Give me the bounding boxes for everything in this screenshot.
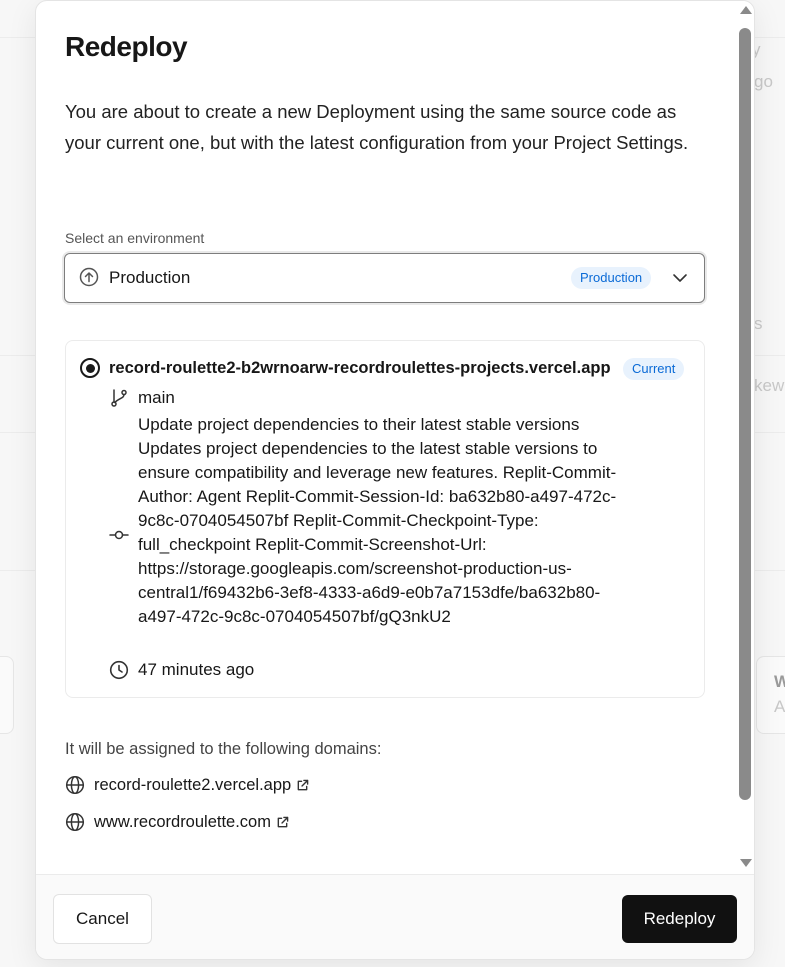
external-link-icon [297,779,309,790]
scrollbar-thumb[interactable] [739,28,751,800]
clock-icon [109,660,129,680]
cancel-button[interactable]: Cancel [53,894,152,944]
deployment-commit-message: Update project dependencies to their lat… [138,415,617,626]
background-card [756,656,785,734]
git-branch-icon [111,389,127,407]
deployment-name: record-roulette2-b2wrnoarw-recordroulett… [109,359,611,377]
domains-label: It will be assigned to the following dom… [65,740,382,758]
dialog-body: Redeploy You are about to create a new D… [36,1,736,874]
environment-select[interactable]: Production Production [64,253,705,303]
background-text: go [754,72,773,91]
environment-badge: Production [571,267,652,289]
redeploy-dialog: Redeploy You are about to create a new D… [35,0,755,960]
dialog-footer: Cancel Redeploy [36,874,754,959]
redeploy-button[interactable]: Redeploy [622,895,737,943]
domain-link[interactable]: record-roulette2.vercel.app [65,775,309,795]
globe-icon [65,775,85,795]
globe-icon [65,812,85,832]
deployment-option[interactable]: record-roulette2-b2wrnoarw-recordroulett… [65,340,705,698]
domain-link[interactable]: www.recordroulette.com [65,812,289,832]
domain-text: record-roulette2.vercel.app [94,775,292,794]
domain-text: www.recordroulette.com [94,812,271,831]
background-card [0,656,14,734]
dialog-description: You are about to create a new Deployment… [65,101,689,153]
deployment-branch: main [138,388,175,407]
scroll-up-arrow-icon[interactable] [740,6,752,14]
background-text: A [774,697,785,716]
background-text: s [754,314,763,333]
git-commit-icon [109,530,129,540]
scrollbar[interactable] [736,1,754,874]
environment-selected-value: Production [109,268,191,287]
external-link-icon [277,816,289,827]
deployment-radio[interactable] [80,358,100,378]
environment-label: Select an environment [65,230,205,246]
deployment-time: 47 minutes ago [138,660,255,679]
dialog-title: Redeploy [65,31,188,62]
chevron-down-icon [673,274,687,282]
current-badge: Current [623,358,685,380]
background-text: kew [754,376,785,395]
arrow-up-circle-icon [79,267,99,287]
scroll-down-arrow-icon[interactable] [740,859,752,867]
background-text: W [774,672,785,691]
